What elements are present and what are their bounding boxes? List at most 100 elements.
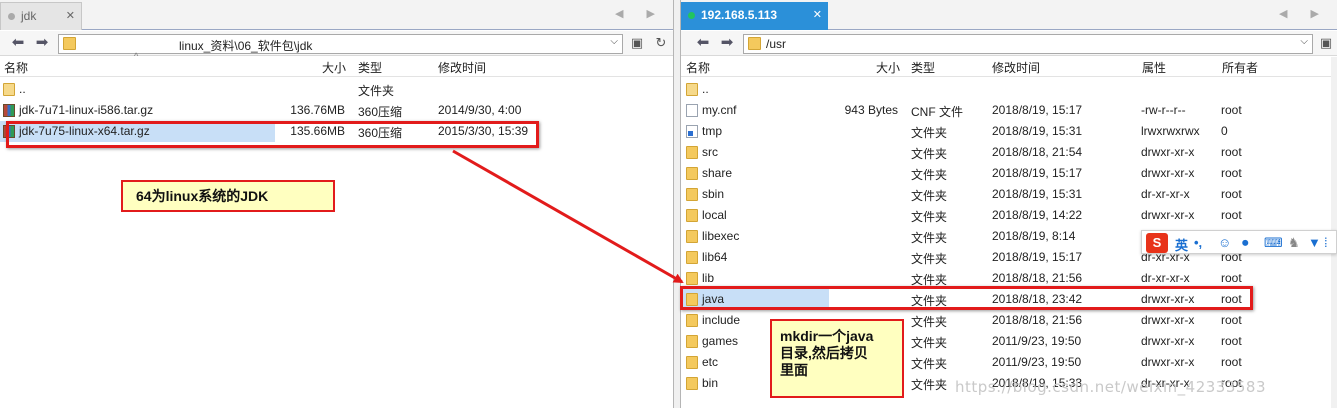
column-type[interactable]: 类型 — [358, 59, 382, 76]
file-row[interactable]: jdk-7u71-linux-i586.tar.gz 136.76MB 360压缩 2… — [0, 100, 673, 121]
watermark-text: https://blog.csdn.net/weixin_42333583 — [955, 378, 1267, 396]
file-row[interactable]: local 文件夹 2018/8/19, 14:22 drwxr-xr-x root — [681, 205, 1337, 226]
column-name[interactable]: 名称 — [4, 59, 28, 76]
note-line-1: mkdir一个java — [780, 328, 874, 344]
cell-owner: root — [1221, 271, 1242, 285]
column-size[interactable]: 大小 — [322, 59, 346, 76]
user-icon[interactable]: ♞ — [1288, 235, 1300, 251]
folder-icon — [686, 188, 698, 201]
forward-icon[interactable]: ➡ — [32, 33, 52, 53]
cell-name: share — [702, 166, 733, 180]
file-row[interactable]: .. — [681, 79, 1337, 100]
tab-close-icon[interactable]: ✕ — [813, 2, 822, 28]
open-folder-icon[interactable]: ▣ — [1317, 34, 1335, 52]
cell-mtime: 2014/9/30, 4:00 — [438, 103, 522, 117]
column-owner[interactable]: 所有者 — [1222, 59, 1258, 76]
tab-scroll-arrows-icon[interactable]: ◀ ▶ — [615, 7, 665, 20]
parent-folder-icon — [3, 83, 15, 96]
mic-icon[interactable]: ⏺ — [1242, 235, 1249, 251]
file-row[interactable]: my.cnf 943 Bytes CNF 文件 2018/8/19, 15:17 -rw… — [681, 100, 1337, 121]
cell-name: lib — [702, 271, 715, 285]
tab-local-jdk[interactable]: jdk ✕ — [0, 2, 82, 30]
column-type[interactable]: 类型 — [911, 59, 935, 76]
cell-name: my.cnf — [702, 103, 737, 117]
tab-remote-host[interactable]: 192.168.5.113 ✕ — [681, 2, 828, 30]
forward-icon[interactable]: ➡ — [717, 33, 737, 53]
cell-type: 文件夹 — [911, 357, 948, 371]
left-column-header: ^ 名称 大小 类型 修改时间 — [0, 51, 673, 77]
file-row[interactable]: share 文件夹 2018/8/19, 15:17 drwxr-xr-x root — [681, 163, 1337, 184]
file-row[interactable]: .. 文件夹 — [0, 79, 673, 100]
cell-mtime: 2018/8/19, 14:22 — [992, 208, 1083, 222]
open-folder-icon[interactable]: ▣ — [628, 34, 646, 52]
grid-icon[interactable]: ⁞ — [1324, 235, 1328, 250]
column-name[interactable]: 名称 — [686, 59, 710, 76]
cell-type: 文件夹 — [911, 126, 948, 140]
cell-type: 文件夹 — [911, 252, 948, 266]
cell-attr: drwxr-xr-x — [1141, 355, 1195, 369]
cell-owner: root — [1221, 166, 1242, 180]
file-row[interactable]: sbin 文件夹 2018/8/19, 15:31 dr-xr-xr-x root — [681, 184, 1337, 205]
tab-close-icon[interactable]: ✕ — [66, 3, 75, 29]
column-size[interactable]: 大小 — [876, 59, 900, 76]
column-mtime[interactable]: 修改时间 — [438, 59, 486, 76]
keyboard-icon[interactable]: ⌨ — [1264, 235, 1283, 251]
annotation-note-mkdir: mkdir一个java 目录,然后拷贝 里面 — [770, 319, 904, 398]
cell-attr: dr-xr-xr-x — [1141, 187, 1190, 201]
cell-owner: root — [1221, 187, 1242, 201]
cell-owner: root — [1221, 208, 1242, 222]
file-row[interactable]: src 文件夹 2018/8/18, 21:54 drwxr-xr-x root — [681, 142, 1337, 163]
cell-owner: root — [1221, 103, 1242, 117]
cell-attr: drwxr-xr-x — [1141, 208, 1195, 222]
sogou-logo-icon[interactable]: S — [1146, 233, 1168, 253]
back-icon[interactable]: ⬅ — [693, 33, 713, 53]
folder-icon — [686, 251, 698, 264]
folder-icon — [686, 314, 698, 327]
column-mtime[interactable]: 修改时间 — [992, 59, 1040, 76]
left-path-input[interactable]: linux_资料\06_软件包\jdk ⌵ — [58, 34, 623, 54]
smile-icon[interactable]: ☺ — [1218, 235, 1231, 250]
chevron-down-icon[interactable]: ⌵ — [1300, 36, 1308, 47]
note-line-2: 目录,然后拷贝 — [780, 345, 868, 361]
right-path-text: /usr — [766, 37, 787, 51]
parent-folder-icon — [686, 83, 698, 96]
cell-attr: drwxr-xr-x — [1141, 166, 1195, 180]
cell-name: bin — [702, 376, 719, 390]
file-row[interactable]: tmp 文件夹 2018/8/19, 15:31 lrwxrwxrwx 0 — [681, 121, 1337, 142]
cell-name: games — [702, 334, 739, 348]
cell-type: 文件夹 — [911, 189, 948, 203]
left-toolbar: ⬅ ➡ linux_资料\06_软件包\jdk ⌵ ▣ ↻ — [0, 31, 673, 56]
back-icon[interactable]: ⬅ — [8, 33, 28, 53]
cell-mtime: 2018/8/19, 15:17 — [992, 166, 1083, 180]
folder-icon — [63, 37, 76, 50]
ime-lang-toggle[interactable]: 英 — [1175, 235, 1188, 254]
refresh-icon[interactable]: ↻ — [652, 34, 670, 52]
folder-icon — [686, 356, 698, 369]
folder-icon — [686, 209, 698, 222]
cell-mtime: 2018/8/18, 21:56 — [992, 271, 1083, 285]
highlight-jdk-x64-box — [6, 121, 539, 148]
cell-name: src — [702, 145, 718, 159]
shirt-icon[interactable]: ▼ — [1308, 235, 1321, 250]
cell-name: .. — [702, 82, 709, 96]
symlink-icon — [686, 125, 698, 138]
cell-type: 文件夹 — [911, 210, 948, 224]
cell-mtime: 2018/8/18, 21:54 — [992, 145, 1083, 159]
cell-name: jdk-7u71-linux-i586.tar.gz — [19, 103, 154, 117]
tab-scroll-arrows-icon[interactable]: ◀ ▶ — [1279, 7, 1329, 20]
folder-icon — [686, 272, 698, 285]
ime-punct-toggle[interactable]: •, — [1194, 235, 1202, 250]
cell-attr: drwxr-xr-x — [1141, 145, 1195, 159]
folder-icon — [686, 230, 698, 243]
folder-icon — [748, 37, 761, 50]
column-attr[interactable]: 属性 — [1142, 59, 1166, 76]
ime-toolbar[interactable]: S 英 •, ☺ ⏺ ⌨ ♞ ▼ ⁞ — [1141, 230, 1337, 254]
folder-icon — [686, 335, 698, 348]
cell-owner: root — [1221, 355, 1242, 369]
chevron-down-icon[interactable]: ⌵ — [610, 36, 618, 47]
cell-type: 文件夹 — [911, 336, 948, 350]
right-path-input[interactable]: /usr ⌵ — [743, 34, 1313, 54]
connection-status-dot-icon — [688, 12, 695, 19]
cell-mtime: 2018/8/19, 15:31 — [992, 187, 1083, 201]
left-file-pane: jdk ✕ ◀ ▶ ⬅ ➡ linux_资料\06_软件包\jdk ⌵ ▣ ↻ … — [0, 0, 674, 408]
